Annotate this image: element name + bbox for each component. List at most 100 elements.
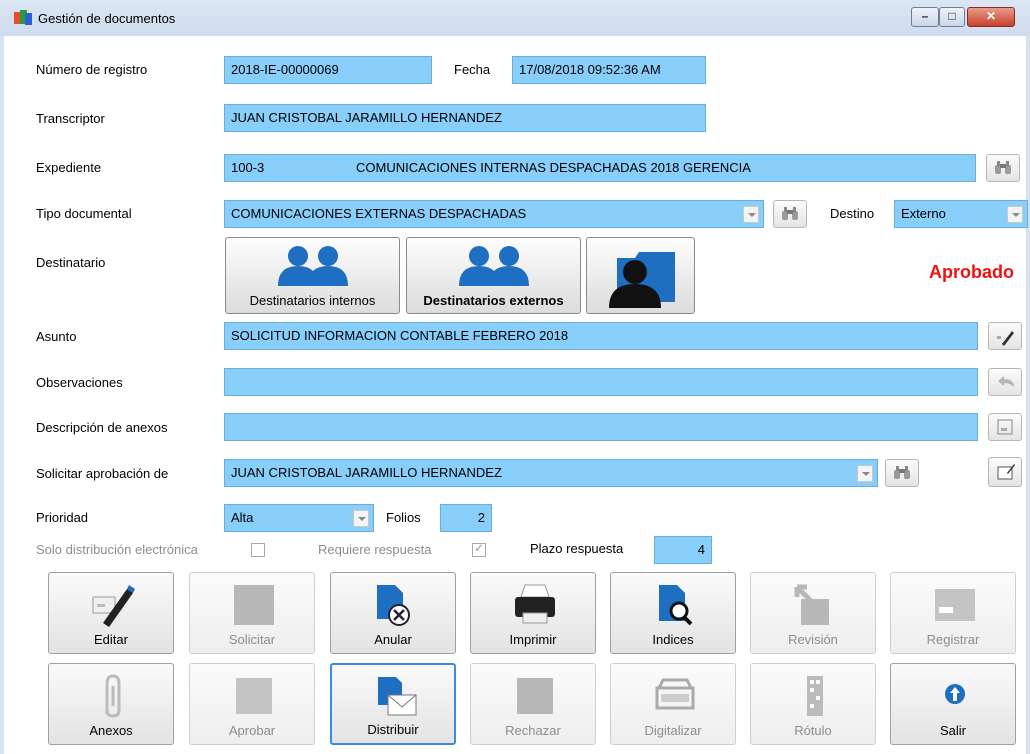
close-icon: ✕	[985, 9, 997, 23]
solo-distribucion-checkbox[interactable]	[251, 543, 265, 557]
distribuir-label: Distribuir	[367, 722, 419, 737]
person-folder-icon	[609, 252, 675, 308]
tipo-select-value: COMUNICACIONES EXTERNAS DESPACHADAS	[231, 206, 527, 221]
tipo-search-button[interactable]	[773, 200, 807, 228]
transcriptor-label: Transcriptor	[36, 111, 105, 126]
destinatarios-externos-button[interactable]: Destinatarios externos	[406, 237, 581, 314]
list-edit-icon	[997, 464, 1015, 480]
window-border-right	[1026, 36, 1030, 754]
close-button[interactable]: ✕	[967, 7, 1015, 27]
anular-button[interactable]: Anular	[330, 572, 456, 654]
aprobar-label: Aprobar	[228, 723, 276, 738]
contact-folder-button[interactable]	[586, 237, 695, 314]
chevron-down-icon[interactable]	[857, 465, 873, 482]
label-icon	[807, 676, 823, 716]
anexos-button[interactable]: Anexos	[48, 663, 174, 745]
distribuir-button[interactable]: Distribuir	[330, 663, 456, 745]
observaciones-label: Observaciones	[36, 375, 123, 390]
observaciones-field[interactable]	[224, 368, 978, 396]
transcriptor-field[interactable]: JUAN CRISTOBAL JARAMILLO HERNANDEZ	[224, 104, 706, 132]
scanner-icon	[655, 678, 695, 710]
aprobacion-search-button[interactable]	[885, 459, 919, 487]
anexos-label: Descripción de anexos	[36, 420, 168, 435]
observaciones-undo-button[interactable]	[988, 368, 1022, 396]
maximize-icon: □	[948, 9, 956, 23]
aprobacion-list-button[interactable]	[988, 457, 1022, 487]
asunto-label: Asunto	[36, 329, 77, 344]
solo-distribucion-label: Solo distribución electrónica	[36, 542, 198, 557]
check-icon: ✓	[474, 541, 485, 555]
arrow-doc-icon	[794, 584, 829, 625]
expediente-label: Expediente	[36, 160, 102, 175]
imprimir-button[interactable]: Imprimir	[470, 572, 596, 654]
binoculars-icon	[894, 466, 910, 479]
asunto-edit-button[interactable]	[988, 322, 1022, 350]
destinatario-label: Destinatario	[36, 255, 106, 270]
tipo-select[interactable]: COMUNICACIONES EXTERNAS DESPACHADAS	[224, 200, 764, 228]
expediente-name-field[interactable]: COMUNICACIONES INTERNAS DESPACHADAS 2018…	[350, 154, 976, 182]
printer-icon	[515, 584, 555, 624]
aprobacion-select[interactable]: JUAN CRISTOBAL JARAMILLO HERNANDEZ	[224, 459, 878, 487]
prioridad-select[interactable]: Alta	[224, 504, 374, 532]
form-icon	[997, 419, 1013, 435]
destinatarios-internos-label: Destinatarios internos	[249, 293, 376, 308]
revision-label: Revisión	[788, 632, 838, 647]
fecha-field[interactable]: 17/08/2018 09:52:36 AM	[512, 56, 706, 84]
anexos-field[interactable]	[224, 413, 978, 441]
folios-field[interactable]: 2	[440, 504, 492, 532]
aprobacion-label: Solicitar aprobación de	[36, 466, 169, 481]
destino-select[interactable]: Externo	[894, 200, 1028, 228]
indices-button[interactable]: Indices	[610, 572, 736, 654]
pen-icon	[92, 585, 135, 627]
aprobacion-select-value: JUAN CRISTOBAL JARAMILLO HERNANDEZ	[231, 465, 502, 480]
users-icon	[459, 246, 529, 286]
doc-cancel-icon	[377, 585, 410, 626]
chevron-down-icon[interactable]	[743, 206, 759, 223]
solicitar-label: Solicitar	[228, 632, 276, 647]
rechazar-label: Rechazar	[505, 723, 561, 738]
expediente-search-button[interactable]	[986, 154, 1020, 182]
digitalizar-label: Digitalizar	[644, 723, 702, 738]
chevron-down-icon[interactable]	[353, 510, 369, 527]
rechazar-button[interactable]: Rechazar	[470, 663, 596, 745]
doc-search-icon	[659, 585, 693, 626]
anexos-btn-label: Anexos	[89, 723, 133, 738]
editar-button[interactable]: Editar	[48, 572, 174, 654]
registrar-button[interactable]: Registrar	[890, 572, 1016, 654]
binoculars-icon	[995, 161, 1011, 174]
maximize-button[interactable]: □	[939, 7, 965, 27]
mail-doc-icon	[378, 677, 417, 716]
chevron-down-icon[interactable]	[1007, 206, 1023, 223]
registro-field[interactable]: 2018-IE-00000069	[224, 56, 432, 84]
fecha-label: Fecha	[454, 62, 491, 77]
minimize-icon: –	[921, 9, 929, 23]
rotulo-button[interactable]: Rótulo	[750, 663, 876, 745]
doc-placeholder-icon	[517, 678, 553, 714]
minimize-button[interactable]: –	[911, 7, 939, 27]
anexos-form-button[interactable]	[988, 413, 1022, 441]
app-icon	[14, 10, 32, 25]
prioridad-label: Prioridad	[36, 510, 89, 525]
expediente-code-field[interactable]: 100-3	[224, 154, 354, 182]
solicitar-button[interactable]: Solicitar	[189, 572, 315, 654]
asunto-field[interactable]: SOLICITUD INFORMACION CONTABLE FEBRERO 2…	[224, 322, 978, 350]
pen-icon	[997, 331, 1014, 346]
register-icon	[935, 589, 975, 621]
anular-label: Anular	[374, 632, 412, 647]
prioridad-select-value: Alta	[231, 510, 254, 525]
aprobar-button[interactable]: Aprobar	[189, 663, 315, 745]
revision-button[interactable]: Revisión	[750, 572, 876, 654]
destinatarios-internos-button[interactable]: Destinatarios internos	[225, 237, 400, 314]
indices-label: Indices	[652, 632, 694, 647]
digitalizar-button[interactable]: Digitalizar	[610, 663, 736, 745]
binoculars-icon	[782, 207, 798, 220]
editar-label: Editar	[94, 632, 128, 647]
window-title: Gestión de documentos	[38, 11, 176, 26]
plazo-field[interactable]: 4	[654, 536, 712, 564]
salir-label: Salir	[939, 723, 966, 738]
registro-label: Número de registro	[36, 62, 148, 77]
salir-button[interactable]: Salir	[890, 663, 1016, 745]
requiere-respuesta-checkbox[interactable]: ✓	[472, 541, 486, 557]
plazo-label: Plazo respuesta	[530, 541, 624, 556]
doc-placeholder-icon	[234, 585, 274, 625]
